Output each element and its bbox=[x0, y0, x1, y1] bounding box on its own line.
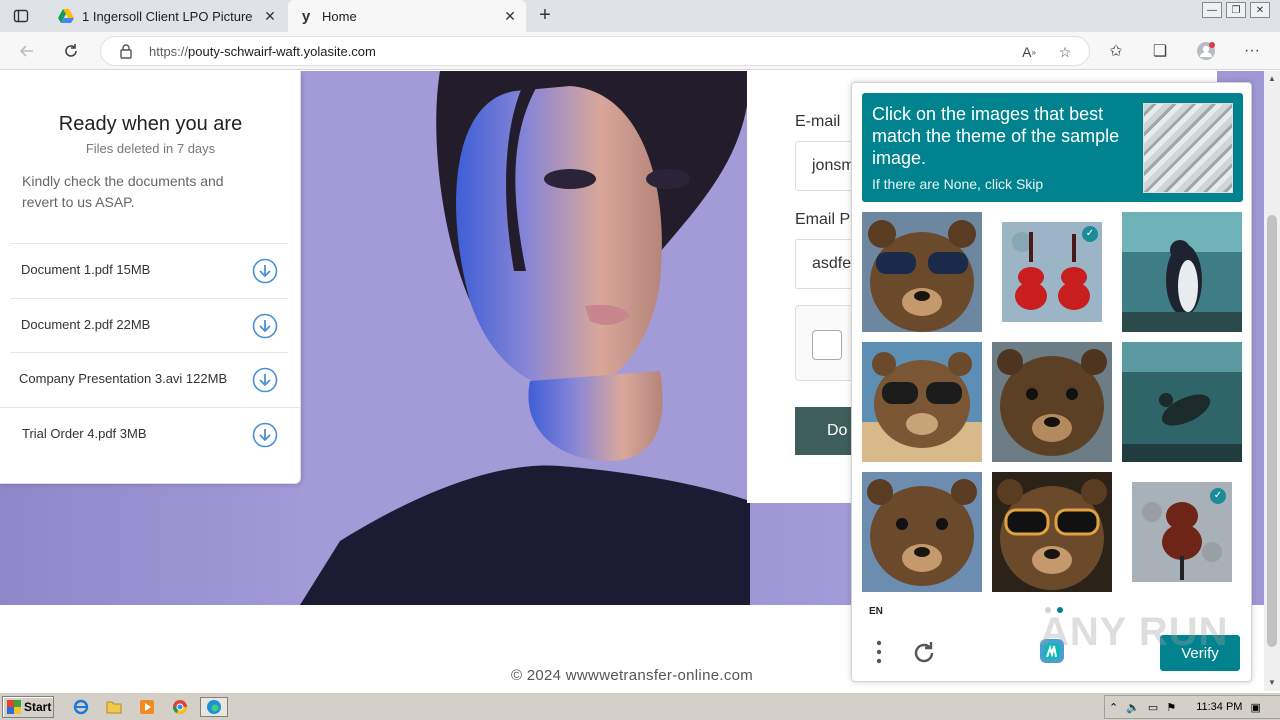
page-scrollbar[interactable]: ▲ ▼ bbox=[1264, 71, 1280, 691]
add-favorite-icon[interactable]: ☆ bbox=[1055, 42, 1075, 62]
file-row[interactable]: Company Presentation 3.avi 122MB bbox=[10, 352, 288, 406]
new-tab-button[interactable]: + bbox=[534, 5, 556, 27]
captcha-checkbox[interactable] bbox=[812, 330, 842, 360]
refresh-button[interactable] bbox=[60, 40, 82, 62]
browser-tab-bar: 1 Ingersoll Client LPO Pictures & ✕ y Ho… bbox=[0, 0, 1280, 32]
file-name: Document 1.pdf 15MB bbox=[21, 262, 151, 277]
file-name: Trial Order 4.pdf 3MB bbox=[22, 426, 147, 441]
captcha-header: Click on the images that best match the … bbox=[862, 93, 1243, 202]
captcha-tile[interactable] bbox=[992, 342, 1112, 462]
bear-image bbox=[862, 472, 982, 592]
captcha-challenge: Click on the images that best match the … bbox=[851, 82, 1252, 682]
captcha-sample-image bbox=[1143, 103, 1233, 193]
start-label: Start bbox=[24, 700, 52, 714]
file-row[interactable]: Document 2.pdf 22MB bbox=[10, 298, 288, 352]
download-icon[interactable] bbox=[252, 258, 278, 284]
card-subtitle: Files deleted in 7 days bbox=[85, 141, 216, 156]
flag-icon[interactable]: ⚑ bbox=[1166, 701, 1176, 714]
file-name: Document 2.pdf 22MB bbox=[21, 317, 151, 332]
more-menu-icon[interactable]: ··· bbox=[1242, 41, 1262, 61]
tray-expand-icon[interactable]: ⌃ bbox=[1109, 701, 1118, 714]
tab-actions-icon bbox=[13, 9, 29, 23]
card-message: Kindly check the documents and revert to… bbox=[22, 173, 224, 210]
refresh-icon bbox=[65, 44, 77, 57]
tab-title: 1 Ingersoll Client LPO Pictures & bbox=[82, 8, 252, 24]
bear-sunglasses-image bbox=[862, 212, 982, 332]
language-selector[interactable]: EN bbox=[869, 606, 883, 617]
volume-icon[interactable]: 🔈 bbox=[1126, 701, 1140, 714]
close-tab-icon[interactable]: ✕ bbox=[262, 8, 278, 24]
ie-icon[interactable] bbox=[70, 697, 92, 717]
google-drive-icon bbox=[58, 8, 74, 24]
close-tab-icon[interactable]: ✕ bbox=[502, 8, 518, 24]
windows-flag-icon bbox=[7, 700, 21, 714]
scroll-down-icon[interactable]: ▼ bbox=[1264, 675, 1280, 691]
download-icon[interactable] bbox=[252, 422, 278, 448]
download-icon[interactable] bbox=[252, 313, 278, 339]
tab-title: Home bbox=[322, 8, 357, 24]
download-icon[interactable] bbox=[252, 367, 278, 393]
more-options-icon[interactable] bbox=[872, 638, 886, 666]
chrome-icon[interactable] bbox=[169, 697, 191, 717]
captcha-tile[interactable] bbox=[1122, 342, 1242, 462]
captcha-tile[interactable] bbox=[1122, 212, 1242, 332]
file-row[interactable]: Trial Order 4.pdf 3MB bbox=[0, 407, 300, 461]
download-card: Ready when you are Files deleted in 7 da… bbox=[0, 71, 301, 484]
selected-check-icon: ✓ bbox=[1082, 226, 1098, 242]
url-text: https://pouty-schwairf-waft.yolasite.com bbox=[149, 44, 376, 59]
close-window-icon[interactable]: ✕ bbox=[1250, 2, 1270, 18]
start-button[interactable]: Start bbox=[2, 696, 54, 718]
window-controls: — ❐ ✕ bbox=[1202, 2, 1270, 18]
bear-sunglasses-image bbox=[862, 342, 982, 462]
captcha-tile[interactable] bbox=[862, 472, 982, 592]
captcha-tile[interactable] bbox=[862, 212, 982, 332]
browser-toolbar: https://pouty-schwairf-waft.yolasite.com… bbox=[0, 32, 1280, 70]
clock: 11:34 PM bbox=[1196, 701, 1243, 713]
captcha-prompt: Click on the images that best match the … bbox=[872, 104, 1120, 168]
taskbar: Start ⌃ 🔈 ▭ ⚑ 11:34 PM ▣ bbox=[0, 692, 1280, 720]
email-label: E-mail bbox=[795, 113, 841, 130]
bear-sunglasses-image bbox=[992, 472, 1112, 592]
yola-icon: y bbox=[301, 7, 311, 25]
url-prefix: https:// bbox=[149, 44, 189, 59]
password-label: Email P bbox=[795, 211, 851, 228]
address-bar[interactable]: https://pouty-schwairf-waft.yolasite.com… bbox=[100, 36, 1090, 66]
captcha-hint: If there are None, click Skip bbox=[872, 176, 1044, 192]
tab-home[interactable]: y Home ✕ bbox=[288, 0, 526, 32]
network-icon[interactable]: ▭ bbox=[1148, 701, 1158, 714]
profile-avatar[interactable] bbox=[1196, 41, 1216, 61]
back-button[interactable] bbox=[16, 40, 38, 62]
edge-icon[interactable] bbox=[200, 697, 228, 717]
media-player-icon[interactable] bbox=[136, 697, 158, 717]
show-desktop-icon[interactable]: ▣ bbox=[1250, 701, 1260, 714]
captcha-tile[interactable]: ✓ bbox=[1002, 222, 1102, 322]
restore-icon[interactable]: ❐ bbox=[1226, 2, 1246, 18]
url-host: pouty-schwairf-waft.yolasite.com bbox=[188, 44, 376, 59]
tab-actions-button[interactable] bbox=[10, 6, 32, 26]
hero-photo bbox=[300, 71, 750, 605]
captcha-tile[interactable] bbox=[862, 342, 982, 462]
penguin-underwater-image bbox=[1122, 212, 1242, 332]
lock-icon[interactable] bbox=[119, 43, 133, 64]
minimize-icon[interactable]: — bbox=[1202, 2, 1222, 18]
folder-icon[interactable] bbox=[103, 697, 125, 717]
scroll-thumb[interactable] bbox=[1267, 215, 1277, 647]
selected-check-icon: ✓ bbox=[1210, 488, 1226, 504]
captcha-tile[interactable]: ✓ bbox=[1132, 482, 1232, 582]
bear-image bbox=[992, 342, 1112, 462]
watermark-text: ANY RUN bbox=[1040, 610, 1229, 654]
arrow-left-icon bbox=[19, 45, 33, 57]
tab-drive[interactable]: 1 Ingersoll Client LPO Pictures & ✕ bbox=[48, 0, 286, 32]
captcha-tile[interactable] bbox=[992, 472, 1112, 592]
collections-icon[interactable]: ❏ bbox=[1150, 41, 1170, 61]
diver-underwater-image bbox=[1122, 342, 1242, 462]
favorites-icon[interactable]: ✩ bbox=[1106, 41, 1126, 61]
file-row[interactable]: Document 1.pdf 15MB bbox=[10, 243, 288, 297]
refresh-challenge-icon[interactable] bbox=[910, 639, 938, 667]
card-title: Ready when you are bbox=[58, 113, 243, 135]
scroll-up-icon[interactable]: ▲ bbox=[1264, 71, 1280, 87]
system-tray: ⌃ 🔈 ▭ ⚑ 11:34 PM ▣ bbox=[1104, 695, 1280, 719]
read-aloud-icon[interactable]: A» bbox=[1019, 42, 1039, 62]
file-name: Company Presentation 3.avi 122MB bbox=[19, 371, 228, 386]
